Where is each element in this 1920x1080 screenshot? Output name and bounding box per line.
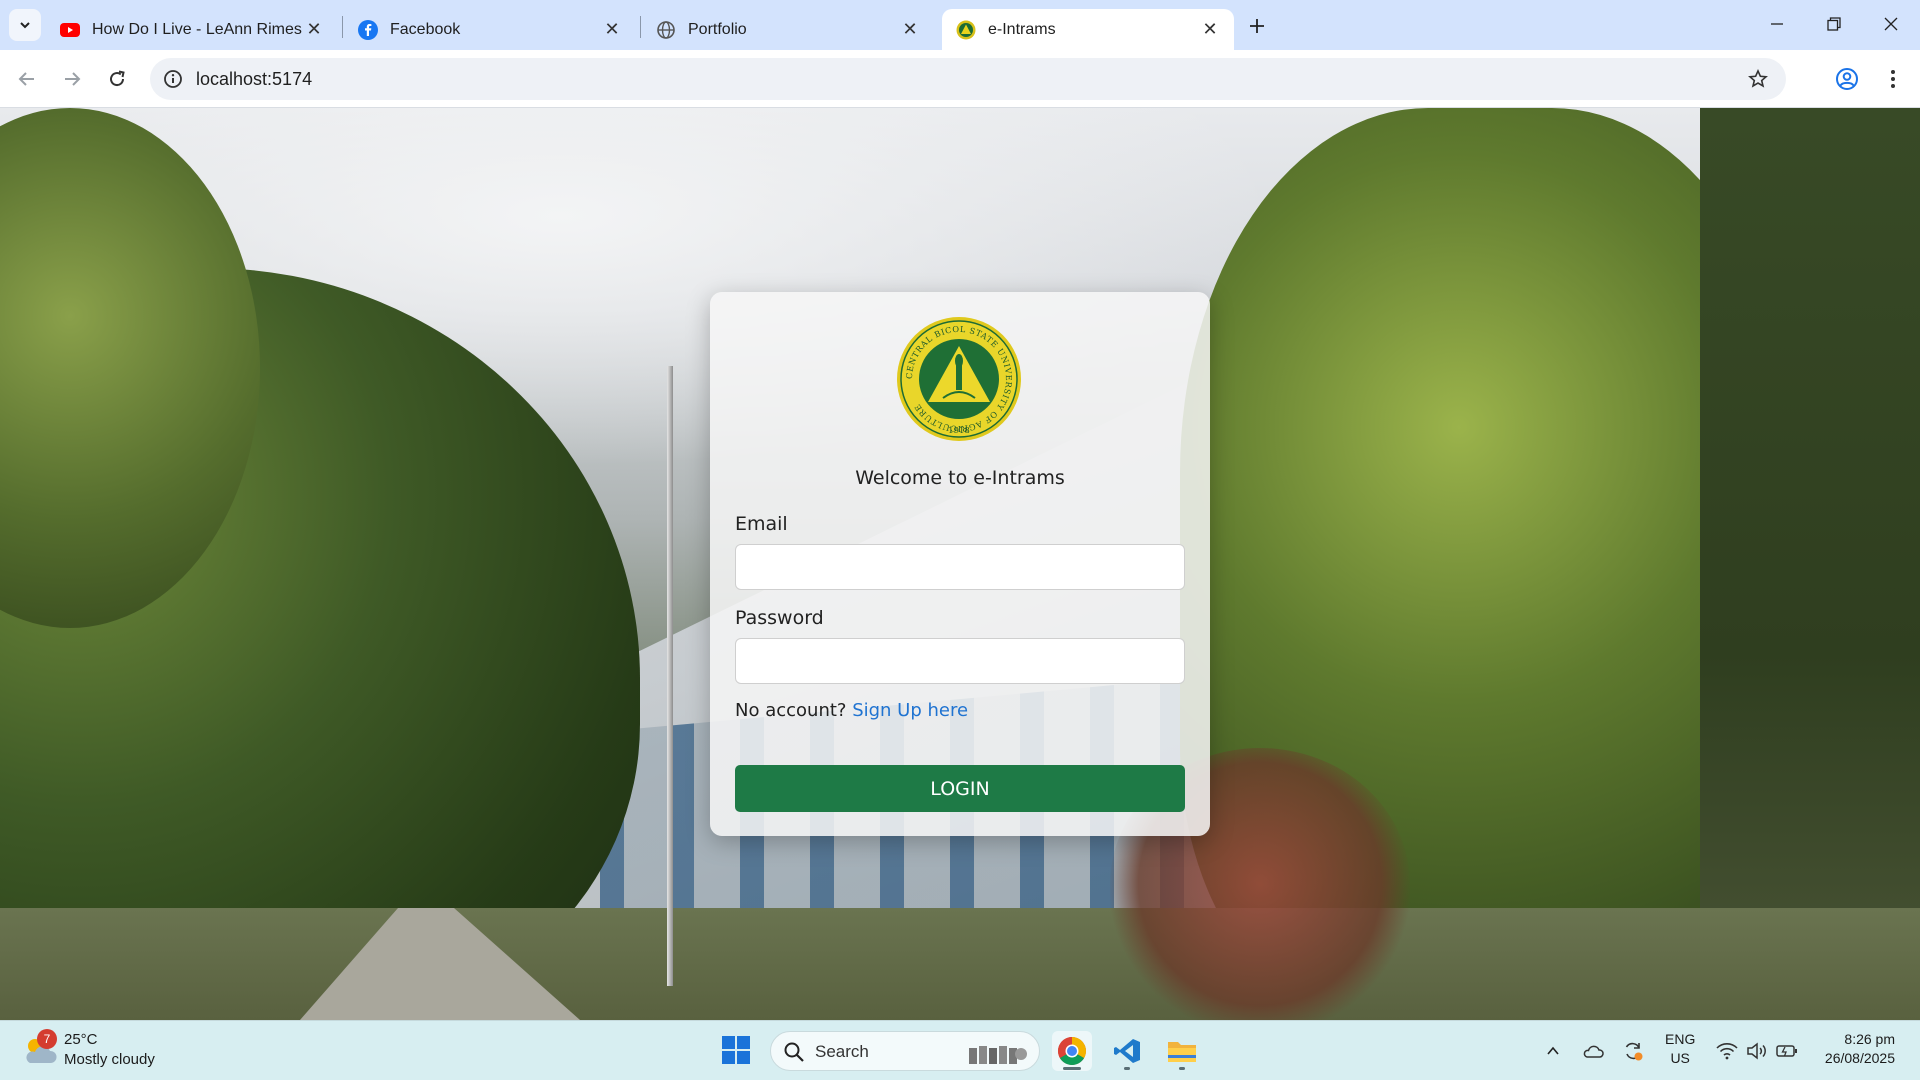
search-placeholder: Search [815, 1042, 869, 1061]
battery-icon [1776, 1045, 1797, 1057]
language-indicator[interactable]: ENG US [1665, 1030, 1695, 1068]
taskbar-vscode[interactable] [1107, 1031, 1147, 1071]
youtube-icon [60, 20, 80, 40]
new-tab-button[interactable] [1242, 11, 1272, 41]
vscode-icon [1114, 1039, 1140, 1063]
svg-text:1918: 1918 [948, 426, 970, 436]
url-text: localhost:5174 [196, 69, 313, 89]
taskbar: 7 25°C Mostly cloudy Search ENG US 8:26 … [0, 1020, 1920, 1080]
password-field[interactable] [735, 638, 1185, 684]
close-icon[interactable]: ✕ [900, 19, 920, 40]
tab-title: e-Intrams [988, 20, 1056, 38]
signup-prompt: No account? Sign Up here [735, 700, 968, 721]
search-highlight-icon [969, 1046, 1027, 1064]
tab-separator [640, 16, 641, 38]
profile-button[interactable] [1833, 65, 1861, 93]
chevron-up-icon [1547, 1046, 1559, 1055]
login-button[interactable]: LOGIN [735, 765, 1185, 812]
close-window-button[interactable] [1867, 6, 1915, 42]
restore-icon [1827, 17, 1841, 31]
arrow-right-icon [65, 72, 81, 86]
sync-tray[interactable] [1621, 1039, 1645, 1063]
tab-e-intrams[interactable]: e-Intrams ✕ [942, 9, 1234, 50]
close-icon[interactable]: ✕ [1200, 19, 1220, 40]
email-label: Email [735, 513, 788, 535]
wifi-tray[interactable] [1715, 1039, 1739, 1063]
browser-tab-strip: How Do I Live - LeAnn Rimes (T ✕ Faceboo… [0, 0, 1920, 50]
tab-title: How Do I Live - LeAnn Rimes (T [92, 20, 304, 38]
signup-link[interactable]: Sign Up here [852, 700, 968, 721]
volume-tray[interactable] [1745, 1039, 1769, 1063]
minimize-icon [1771, 23, 1783, 25]
windows-start-icon[interactable] [721, 1035, 751, 1065]
arrow-left-icon [18, 72, 34, 86]
address-bar[interactable]: localhost:5174 [150, 58, 1786, 100]
tab-youtube[interactable]: How Do I Live - LeAnn Rimes (T ✕ [46, 9, 338, 50]
speaker-icon [1747, 1042, 1766, 1060]
reload-icon [110, 70, 125, 87]
cloud-icon [1583, 1045, 1604, 1058]
restore-button[interactable] [1810, 6, 1858, 42]
minimize-button[interactable] [1753, 6, 1801, 42]
close-icon[interactable]: ✕ [602, 19, 622, 40]
more-vert-icon [1891, 70, 1895, 88]
show-hidden-icons-button[interactable] [1541, 1039, 1565, 1063]
tab-facebook[interactable]: Facebook ✕ [344, 9, 636, 50]
folder-icon [1168, 1042, 1196, 1062]
university-logo: CENTRAL BICOL STATE UNIVERSITY OF AGRICU… [897, 317, 1021, 441]
tab-separator [342, 16, 343, 38]
onedrive-tray[interactable] [1581, 1039, 1605, 1063]
sync-icon [1625, 1042, 1643, 1061]
back-button[interactable] [11, 63, 43, 95]
battery-tray[interactable] [1775, 1039, 1799, 1063]
clock-time: 8:26 pm [1844, 1031, 1895, 1047]
clock-date: 26/08/2025 [1824, 1050, 1895, 1066]
password-label: Password [735, 607, 824, 629]
tab-title: Facebook [390, 20, 461, 38]
tab-title: Portfolio [688, 20, 747, 38]
site-logo-icon [956, 20, 976, 40]
tab-portfolio[interactable]: Portfolio ✕ [642, 9, 934, 50]
reload-button[interactable] [101, 63, 133, 95]
taskbar-search[interactable]: Search [770, 1031, 1040, 1071]
star-icon[interactable] [1746, 67, 1770, 91]
chevron-down-icon [20, 22, 30, 29]
account-icon [1836, 68, 1858, 90]
info-icon[interactable] [162, 68, 184, 90]
region-code: US [1670, 1050, 1690, 1066]
weather-temp: 25°C [64, 1031, 98, 1048]
weather-alert-badge: 7 [37, 1029, 57, 1049]
wifi-icon [1716, 1043, 1738, 1060]
menu-button[interactable] [1879, 65, 1907, 93]
globe-icon [656, 20, 676, 40]
running-indicator [1124, 1067, 1130, 1070]
browser-toolbar: localhost:5174 [0, 50, 1920, 108]
weather-desc: Mostly cloudy [64, 1051, 155, 1068]
system-clock[interactable]: 8:26 pm 26/08/2025 [1815, 1030, 1895, 1068]
chrome-icon [1058, 1037, 1086, 1065]
running-indicator [1063, 1067, 1081, 1070]
running-indicator [1179, 1067, 1185, 1070]
close-icon[interactable]: ✕ [304, 19, 324, 40]
no-account-text: No account? [735, 700, 847, 721]
page-viewport: CENTRAL BICOL STATE UNIVERSITY OF AGRICU… [0, 108, 1920, 1020]
login-card: CENTRAL BICOL STATE UNIVERSITY OF AGRICU… [710, 292, 1210, 836]
language-code: ENG [1665, 1031, 1696, 1047]
tab-search-button[interactable] [9, 9, 41, 41]
facebook-icon [358, 19, 378, 40]
plus-icon [1250, 19, 1264, 33]
close-icon [1884, 17, 1898, 31]
email-field[interactable] [735, 544, 1185, 590]
taskbar-file-explorer[interactable] [1162, 1031, 1202, 1071]
search-icon [784, 1042, 804, 1062]
forward-button[interactable] [56, 63, 88, 95]
welcome-heading: Welcome to e-Intrams [855, 467, 1065, 489]
taskbar-chrome[interactable] [1052, 1031, 1092, 1071]
